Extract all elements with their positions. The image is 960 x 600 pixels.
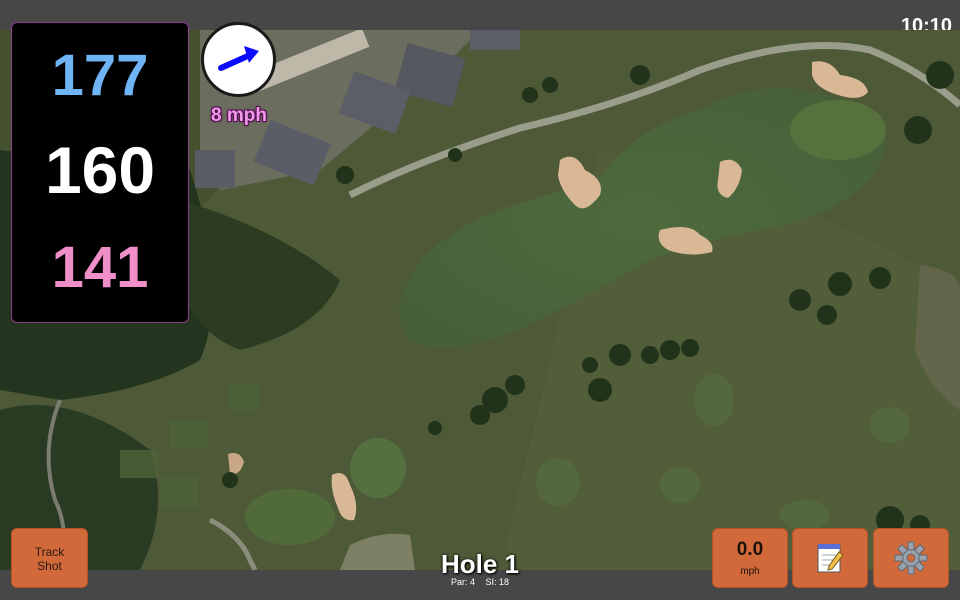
- track-shot-button[interactable]: Track Shot: [11, 528, 88, 588]
- notes-button[interactable]: [792, 528, 868, 588]
- center-distance: 160: [44, 133, 156, 207]
- track-shot-label-line2: Shot: [37, 559, 62, 573]
- hole-title: Hole 1: [440, 549, 520, 579]
- arrow-icon: [218, 46, 259, 71]
- gear-icon: [894, 541, 928, 575]
- speed-value: 0.0: [736, 539, 764, 560]
- wind-direction-dial: [201, 22, 276, 97]
- distance-panel: 177 160 141: [11, 22, 189, 323]
- speed-unit: mph: [740, 566, 760, 577]
- hole-info: Par: 4 SI: 18: [380, 577, 580, 587]
- settings-button[interactable]: [873, 528, 949, 588]
- speed-button[interactable]: 0.0 mph: [712, 528, 788, 588]
- front-distance: 141: [51, 235, 149, 300]
- back-distance: 177: [51, 43, 149, 108]
- notepad-icon: [817, 544, 844, 573]
- hole-stroke-index: SI: 18: [485, 577, 510, 587]
- track-shot-label-line1: Track: [34, 545, 65, 559]
- wind-speed-label: 8 mph: [211, 105, 267, 126]
- hole-par: Par: 4: [450, 577, 475, 587]
